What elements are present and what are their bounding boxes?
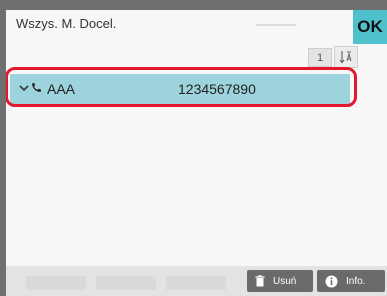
page-number: 1 <box>308 48 332 67</box>
faded-button <box>96 276 156 290</box>
info-button[interactable]: Info. <box>317 270 385 292</box>
address-book-screen: Wszys. M. Docel. OK 1 AAA 1234567890 Usu… <box>6 10 387 296</box>
delete-button[interactable]: Usuń <box>247 270 313 292</box>
faded-button <box>166 276 226 290</box>
bottom-toolbar: Usuń Info. <box>6 266 387 296</box>
faded-button <box>26 276 86 290</box>
contact-name: AAA <box>47 81 76 97</box>
trash-icon <box>255 275 265 287</box>
faded-text <box>256 24 296 26</box>
info-icon <box>325 275 338 288</box>
ok-button[interactable]: OK <box>353 10 387 44</box>
info-label: Info. <box>346 275 366 287</box>
sort-button[interactable] <box>334 46 358 68</box>
sort-icon <box>339 51 352 64</box>
list-item[interactable]: AAA 1234567890 <box>10 74 350 104</box>
delete-label: Usuń <box>273 275 297 287</box>
chevron-down-icon <box>19 85 29 92</box>
page-title: Wszys. M. Docel. <box>16 16 117 31</box>
contact-number: 1234567890 <box>178 81 256 97</box>
phone-icon <box>32 83 41 92</box>
